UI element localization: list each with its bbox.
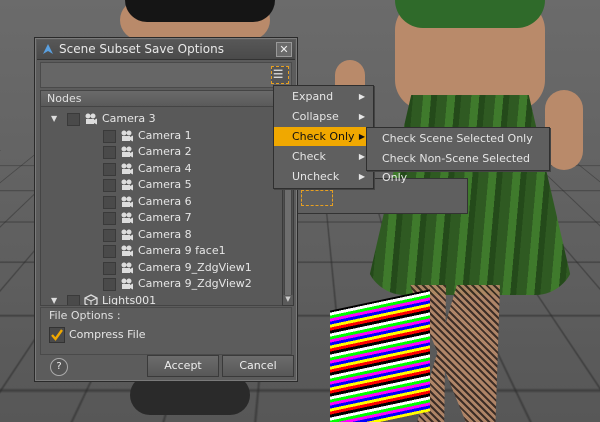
camera-icon (121, 262, 133, 273)
menu-item-label: Expand (292, 90, 334, 103)
accept-button[interactable]: Accept (147, 355, 219, 377)
node-checkbox[interactable] (103, 195, 116, 209)
tree-row[interactable]: Camera 2 (41, 144, 281, 160)
expand-arrow-icon[interactable]: ▼ (51, 111, 57, 127)
close-button[interactable]: ✕ (276, 42, 292, 57)
node-checkbox[interactable] (103, 212, 116, 225)
node-label: Camera 9_ZdgView2 (138, 277, 252, 290)
submenu-arrow-icon: ▶ (358, 132, 365, 141)
figure-right-hand (545, 90, 583, 170)
tree-row[interactable]: Camera 9_ZdgView1 (41, 260, 281, 276)
tree-row[interactable]: Camera 9_ZdgView2 (41, 276, 281, 292)
scene-subset-save-options-dialog: Scene Subset Save Options ✕ Nodes ▼ Camer… (34, 37, 298, 382)
menu-item-expand[interactable]: Expand ▶ (274, 87, 373, 106)
node-label: Camera 2 (138, 145, 192, 158)
menu-item-label: Uncheck (292, 170, 340, 183)
node-label: Camera 9 face1 (138, 244, 226, 257)
tree-row[interactable]: Camera 5 (41, 177, 281, 193)
menu-item-collapse[interactable]: Collapse ▶ (274, 107, 373, 126)
camera-icon (121, 196, 133, 207)
tree-row[interactable]: Camera 4 (41, 161, 281, 177)
check-only-submenu: Check Scene Selected Only Check Non-Scene… (366, 127, 550, 184)
tree-row[interactable]: ▼ Lights001 (41, 293, 281, 306)
tree-options-context-menu: Expand ▶ Collapse ▶ Check Only ▶ Check ▶ Uncheck… (273, 85, 374, 189)
file-options-group: File Options : Compress File (40, 307, 292, 355)
submenu-item[interactable]: Check Scene Selected Only (367, 129, 549, 148)
node-label: Camera 6 (138, 194, 192, 208)
compress-file-checkbox[interactable] (49, 327, 65, 343)
camera-icon (121, 229, 133, 240)
node-label: Camera 5 (138, 178, 192, 191)
menu-item-label: Check (292, 150, 326, 163)
menu-options-icon (273, 69, 283, 78)
camera-icon (121, 179, 133, 191)
node-checkbox[interactable] (67, 113, 80, 126)
node-label: Camera 3 (102, 112, 156, 125)
dialog-titlebar[interactable]: Scene Subset Save Options ✕ (37, 40, 295, 60)
camera-icon (121, 212, 133, 224)
node-checkbox[interactable] (103, 228, 116, 242)
camera-icon (85, 113, 97, 125)
tree-row[interactable]: Camera 1 (41, 128, 281, 144)
submenu-arrow-icon: ▶ (358, 112, 365, 121)
checkmark-icon (51, 329, 63, 341)
camera-icon (121, 163, 133, 174)
tree-row[interactable]: Camera 9 face1 (41, 243, 281, 259)
background-dashed-button[interactable] (301, 190, 333, 206)
scroll-down-arrow-icon[interactable]: ▼ (283, 295, 293, 305)
app-logo-icon (43, 44, 53, 54)
file-options-label: File Options : (49, 309, 121, 322)
node-checkbox[interactable] (67, 294, 80, 305)
menu-item-check-only[interactable]: Check Only ▶ (274, 127, 373, 146)
light-group-icon (84, 293, 98, 305)
menu-item-uncheck[interactable]: Uncheck ▶ (274, 167, 373, 186)
camera-icon (121, 146, 133, 158)
node-checkbox[interactable] (103, 162, 116, 176)
node-label: Camera 8 (138, 227, 192, 241)
node-checkbox[interactable] (103, 146, 116, 159)
submenu-arrow-icon: ▶ (358, 92, 365, 101)
help-button[interactable]: ? (50, 358, 68, 376)
node-checkbox[interactable] (103, 261, 116, 275)
nodes-column-header[interactable]: Nodes (40, 90, 292, 107)
node-label: Camera 7 (138, 211, 192, 224)
menu-item-label: Check Only (292, 130, 355, 143)
submenu-item[interactable]: Check Non-Scene Selected Only (367, 149, 549, 184)
node-label: Camera 4 (138, 161, 192, 175)
node-tree[interactable]: ▼ Camera 3 Camera 1 Camera 2 Camera 4 Camera … (40, 106, 283, 306)
expand-arrow-icon[interactable]: ▼ (51, 293, 57, 306)
tree-options-menu-button[interactable] (271, 66, 289, 84)
dialog-toolbar (40, 62, 292, 88)
node-checkbox[interactable] (103, 278, 116, 291)
node-checkbox[interactable] (103, 179, 116, 192)
node-label: Lights001 (102, 293, 157, 306)
menu-item-label: Collapse (292, 110, 339, 123)
camera-icon (121, 278, 133, 290)
figure-right-top (395, 0, 545, 28)
texture-cube (330, 289, 430, 422)
compress-file-label[interactable]: Compress File (69, 328, 146, 341)
node-label: Camera 1 (138, 128, 192, 142)
camera-icon (121, 130, 133, 141)
menu-item-check[interactable]: Check ▶ (274, 147, 373, 166)
node-checkbox[interactable] (103, 129, 116, 143)
tree-row[interactable]: Camera 7 (41, 210, 281, 226)
dialog-footer: ? Accept Cancel (40, 355, 294, 377)
node-checkbox[interactable] (103, 245, 116, 258)
tree-row[interactable]: ▼ Camera 3 (41, 111, 281, 127)
dialog-title: Scene Subset Save Options (59, 42, 224, 56)
submenu-arrow-icon: ▶ (358, 152, 365, 161)
cancel-button[interactable]: Cancel (222, 355, 294, 377)
tree-row[interactable]: Camera 8 (41, 227, 281, 243)
node-label: Camera 9_ZdgView1 (138, 260, 252, 274)
submenu-arrow-icon: ▶ (358, 172, 365, 181)
figure-left-top (125, 0, 275, 22)
tree-row[interactable]: Camera 6 (41, 194, 281, 210)
camera-icon (121, 245, 133, 257)
